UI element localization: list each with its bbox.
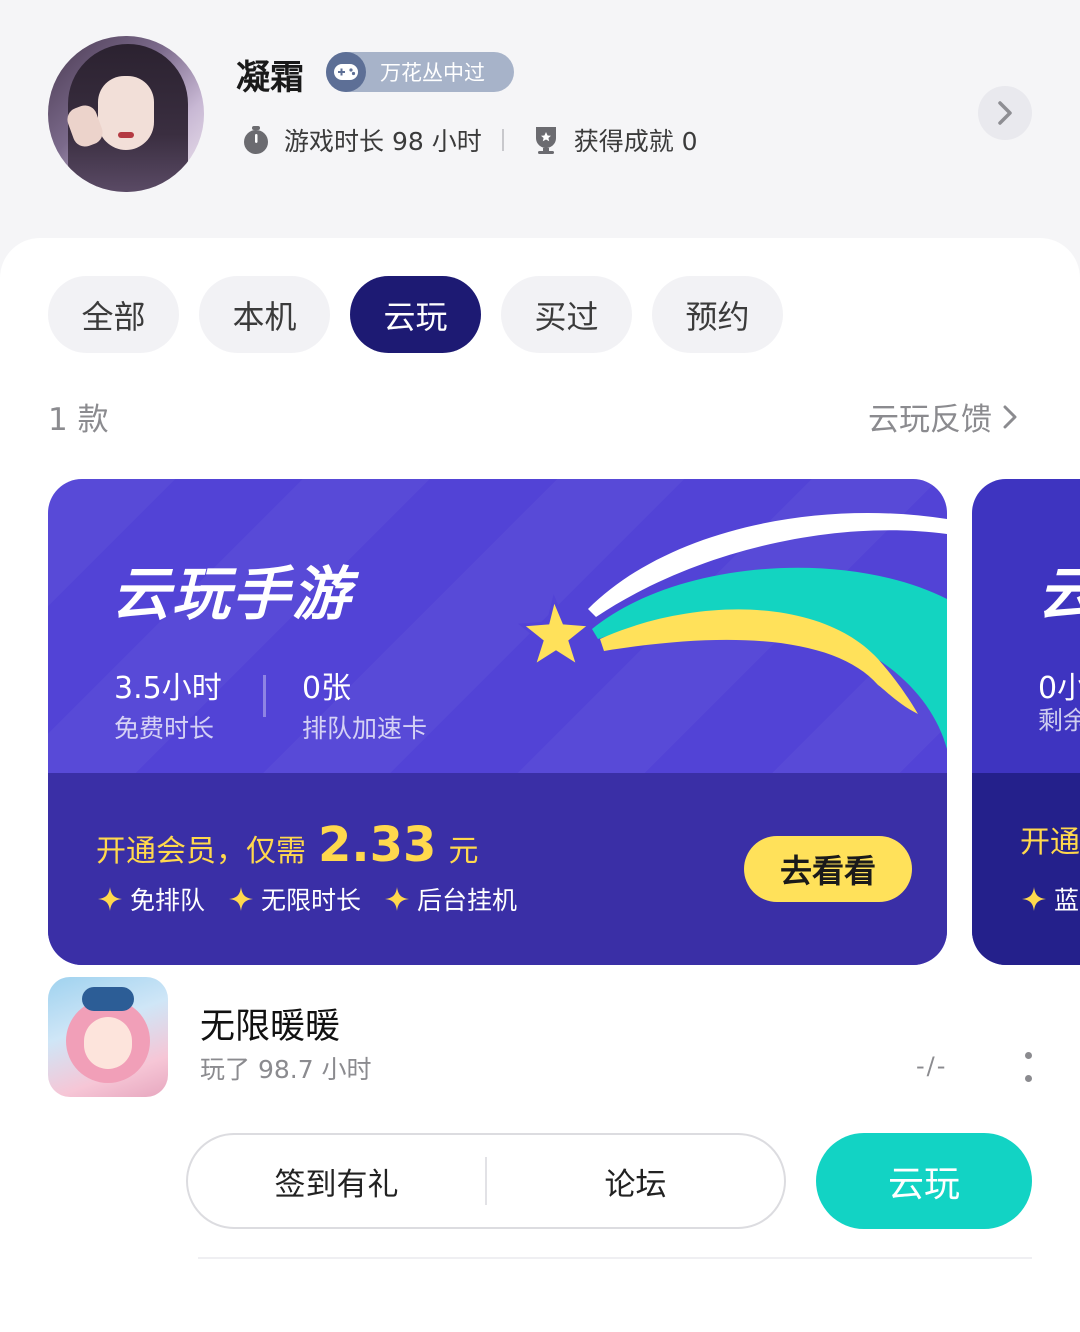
badge-label: 万花丛中过 [380,61,485,85]
promo-price: 2.33 [318,817,437,873]
cloud-game-banner[interactable]: 云玩手游 3.5小时 免费时长 0张 排队加速卡 开通会员，仅需 2.33 元 … [48,479,947,965]
peek-label: 剩余 [1038,706,1080,735]
stats-divider [501,129,504,151]
forum-button[interactable]: 论坛 [487,1135,784,1227]
promo-prefix: 开通会员，仅需 [96,834,306,869]
sparkle-icon [229,887,254,911]
trophy-icon [535,127,556,154]
go-see-button[interactable]: 去看看 [744,836,912,902]
membership-promo: 开通会员，仅需 2.33 元 免排队 无限时长 后台挂机 去看看 [48,773,947,965]
cloud-play-button[interactable]: 云玩 [816,1133,1032,1229]
banner-title: 云玩手游 [112,560,353,628]
more-options-icon[interactable] [1022,1052,1034,1082]
game-title[interactable]: 无限暖暖 [200,998,340,1049]
sparkle-icon [385,887,410,911]
stat-divider [263,675,266,717]
perk-item: 后台挂机 [383,881,517,917]
user-name: 凝霜 [236,58,304,98]
profile-detail-button[interactable] [978,86,1032,140]
tab-purchased[interactable]: 买过 [501,276,632,353]
free-time-value: 3.5小时 [114,671,222,706]
promo-text: 开通会员，仅需 2.33 元 [96,817,478,873]
checkin-button[interactable]: 签到有礼 [188,1135,485,1227]
tab-cloud[interactable]: 云玩 [350,276,481,353]
free-time-label: 免费时长 [114,714,215,743]
peek-promo: 开通 [1020,825,1080,860]
queue-card-label: 排队加速卡 [302,714,428,743]
queue-card-stat: 0张 排队加速卡 [302,663,427,745]
game-icon[interactable] [48,977,168,1097]
achievements: 获得成就 0 [573,127,698,156]
tab-local[interactable]: 本机 [199,276,330,353]
avatar[interactable] [48,36,204,192]
play-time: 游戏时长 98 小时 [284,127,482,156]
profile-stats: 游戏时长 98 小时 获得成就 0 [240,118,698,162]
peek-title: 云 [1038,547,1080,631]
next-banner-peek[interactable]: 云 0小 剩余 开通 蓝 [972,479,1080,965]
free-time-stat: 3.5小时 免费时长 [114,663,222,745]
gamepad-icon [326,52,366,92]
filter-tabs: 全部 本机 云玩 买过 预约 [48,276,783,353]
game-actions: 签到有礼 论坛 [186,1133,786,1229]
profile-header: 凝霜 万花丛中过 游戏时长 98 小时 获得成就 0 [0,0,1080,240]
peek-perk: 蓝 [1020,881,1079,917]
promo-unit: 元 [448,834,479,869]
queue-card-value: 0张 [302,671,352,706]
tab-all[interactable]: 全部 [48,276,179,353]
game-count: 1 款 [48,402,109,438]
game-score: -/- [916,1052,948,1080]
tab-reserved[interactable]: 预约 [652,276,783,353]
cloud-feedback-link[interactable]: 云玩反馈 [868,394,1018,439]
chevron-right-icon [1003,405,1017,428]
game-playtime: 玩了 98.7 小时 [200,1055,372,1084]
cloud-feedback-label: 云玩反馈 [868,402,992,438]
sparkle-icon [98,887,122,911]
stopwatch-icon [244,126,268,154]
chevron-right-icon [998,101,1012,125]
sparkle-icon [1022,887,1046,911]
list-divider [198,1257,1032,1259]
perk-item: 免排队 [96,881,205,917]
user-badge[interactable]: 万花丛中过 [326,52,514,92]
perk-list: 免排队 无限时长 后台挂机 [96,881,517,917]
game-library-page: 凝霜 万花丛中过 游戏时长 98 小时 获得成就 0 全部 本机 云玩 买过 预… [0,0,1080,1332]
perk-item: 无限时长 [227,881,361,917]
shooting-star-illustration [518,513,947,749]
